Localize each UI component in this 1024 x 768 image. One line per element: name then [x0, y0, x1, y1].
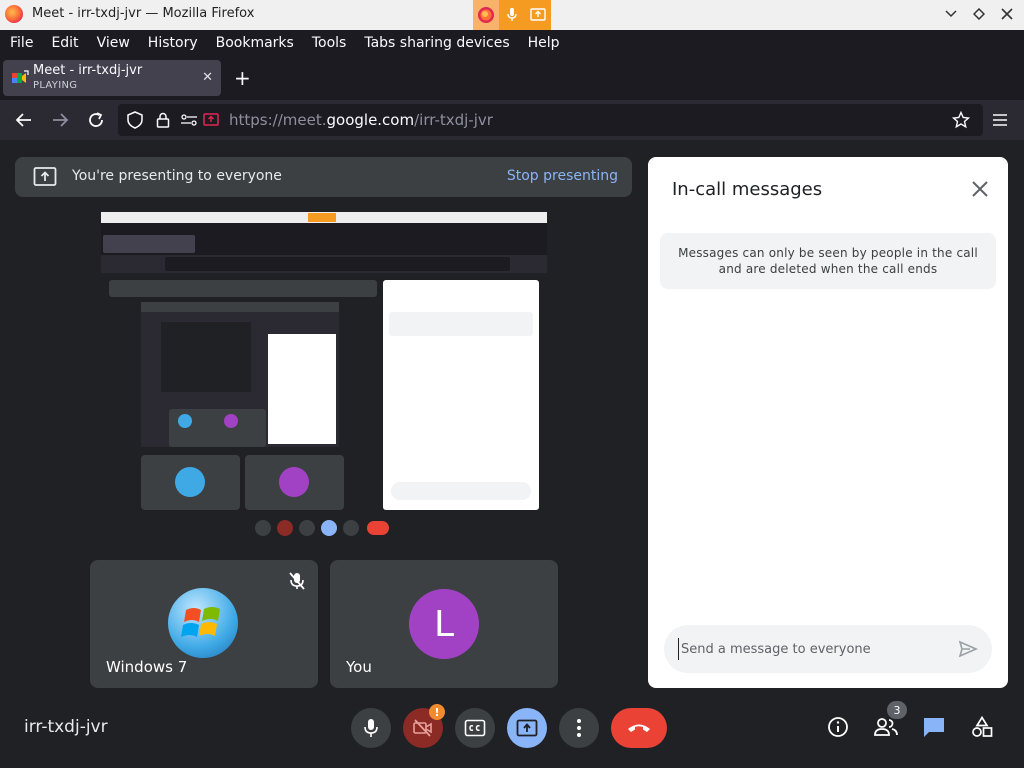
menu-bookmarks[interactable]: Bookmarks	[216, 35, 294, 51]
meeting-details-button[interactable]	[823, 712, 853, 742]
more-options-button[interactable]	[559, 708, 599, 748]
permissions-icon[interactable]	[180, 111, 198, 129]
hamburger-menu-icon[interactable]	[989, 109, 1011, 131]
present-screen-icon	[516, 719, 538, 737]
firefox-sharing-icon[interactable]	[473, 0, 499, 30]
tab-playing-status: PLAYING	[33, 80, 78, 91]
url-prefix: https://meet.	[229, 111, 327, 129]
menu-edit[interactable]: Edit	[51, 35, 78, 51]
tab-title: Meet - irr-txdj-jvr	[33, 63, 143, 78]
new-tab-button[interactable]: +	[234, 66, 251, 90]
participant-tile-you[interactable]: L You	[330, 560, 558, 688]
participant-tile-windows7[interactable]: Windows 7	[90, 560, 318, 688]
chat-panel-title: In-call messages	[672, 179, 823, 200]
presenting-banner: You're presenting to everyone Stop prese…	[15, 157, 632, 197]
menu-file[interactable]: File	[10, 35, 33, 51]
presenting-text: You're presenting to everyone	[72, 168, 282, 184]
chat-icon	[924, 718, 944, 737]
shield-icon[interactable]	[126, 111, 144, 129]
in-call-messages-panel: In-call messages Messages can only be se…	[648, 157, 1008, 688]
firefox-logo-icon	[5, 5, 23, 23]
shared-screen-preview	[101, 212, 547, 540]
forward-button[interactable]	[49, 109, 71, 131]
people-icon	[874, 718, 898, 736]
maximize-icon[interactable]	[970, 5, 988, 23]
user-avatar: L	[409, 589, 479, 659]
windows-logo-avatar	[168, 588, 238, 658]
stop-presenting-button[interactable]: Stop presenting	[507, 168, 618, 184]
url-bar[interactable]: https://meet.google.com/irr-txdj-jvr	[118, 104, 983, 136]
chat-notice: Messages can only be seen by people in t…	[660, 233, 996, 289]
microphone-button[interactable]	[351, 708, 391, 748]
camera-off-icon	[413, 719, 432, 737]
menu-history[interactable]: History	[148, 35, 198, 51]
hang-up-icon	[628, 724, 650, 732]
people-count-badge: 3	[887, 701, 907, 719]
meet-call-view: You're presenting to everyone Stop prese…	[0, 140, 1024, 768]
captions-icon	[464, 719, 486, 737]
chat-button[interactable]	[919, 712, 949, 742]
screen-sharing-icon[interactable]	[525, 0, 551, 30]
info-icon	[828, 717, 848, 737]
leave-call-button[interactable]	[611, 708, 667, 748]
send-icon[interactable]	[958, 639, 978, 659]
camera-warning-badge: !	[429, 704, 445, 720]
navigation-toolbar: https://meet.google.com/irr-txdj-jvr	[0, 100, 1024, 140]
shapes-icon	[972, 716, 993, 737]
shared-screen-thumbnail	[101, 212, 547, 540]
close-window-icon[interactable]	[998, 5, 1016, 23]
present-now-button[interactable]	[507, 708, 547, 748]
tab-close-icon[interactable]: ✕	[202, 70, 213, 85]
screen-share-indicator-icon[interactable]	[202, 111, 220, 129]
meet-favicon-icon	[11, 70, 29, 86]
captions-button[interactable]	[455, 708, 495, 748]
url-path: /irr-txdj-jvr	[414, 111, 493, 129]
menu-view[interactable]: View	[97, 35, 130, 51]
present-screen-icon	[33, 166, 57, 188]
bookmark-star-icon[interactable]	[950, 109, 972, 131]
reload-button[interactable]	[85, 109, 107, 131]
back-button[interactable]	[13, 109, 35, 131]
lock-icon[interactable]	[154, 111, 172, 129]
message-input[interactable]	[678, 638, 938, 660]
menu-help[interactable]: Help	[528, 35, 560, 51]
microphone-icon	[364, 719, 378, 737]
menu-tools[interactable]: Tools	[312, 35, 347, 51]
microphone-sharing-icon[interactable]	[499, 0, 525, 30]
more-vert-icon	[577, 719, 581, 737]
window-titlebar: Meet - irr-txdj-jvr — Mozilla Firefox	[0, 0, 1024, 30]
window-title: Meet - irr-txdj-jvr — Mozilla Firefox	[32, 6, 255, 21]
window-controls	[942, 5, 1016, 23]
url-text[interactable]: https://meet.google.com/irr-txdj-jvr	[229, 111, 493, 129]
menubar: File Edit View History Bookmarks Tools T…	[0, 30, 1024, 56]
sharing-indicator[interactable]	[473, 0, 551, 30]
muted-microphone-icon	[286, 570, 308, 592]
url-domain: google.com	[326, 111, 415, 129]
minimize-icon[interactable]	[942, 5, 960, 23]
message-compose-box[interactable]	[664, 625, 992, 673]
activities-button[interactable]	[967, 712, 997, 742]
tab-strip: Meet - irr-txdj-jvr PLAYING ✕ +	[0, 56, 1024, 100]
camera-button[interactable]: !	[403, 704, 445, 748]
tab-meet[interactable]: Meet - irr-txdj-jvr PLAYING ✕	[3, 60, 221, 96]
meeting-code: irr-txdj-jvr	[24, 717, 108, 737]
participant-name: Windows 7	[106, 658, 188, 676]
participant-name: You	[346, 658, 372, 676]
menu-tabs-sharing-devices[interactable]: Tabs sharing devices	[364, 35, 509, 51]
close-icon[interactable]	[970, 179, 990, 199]
